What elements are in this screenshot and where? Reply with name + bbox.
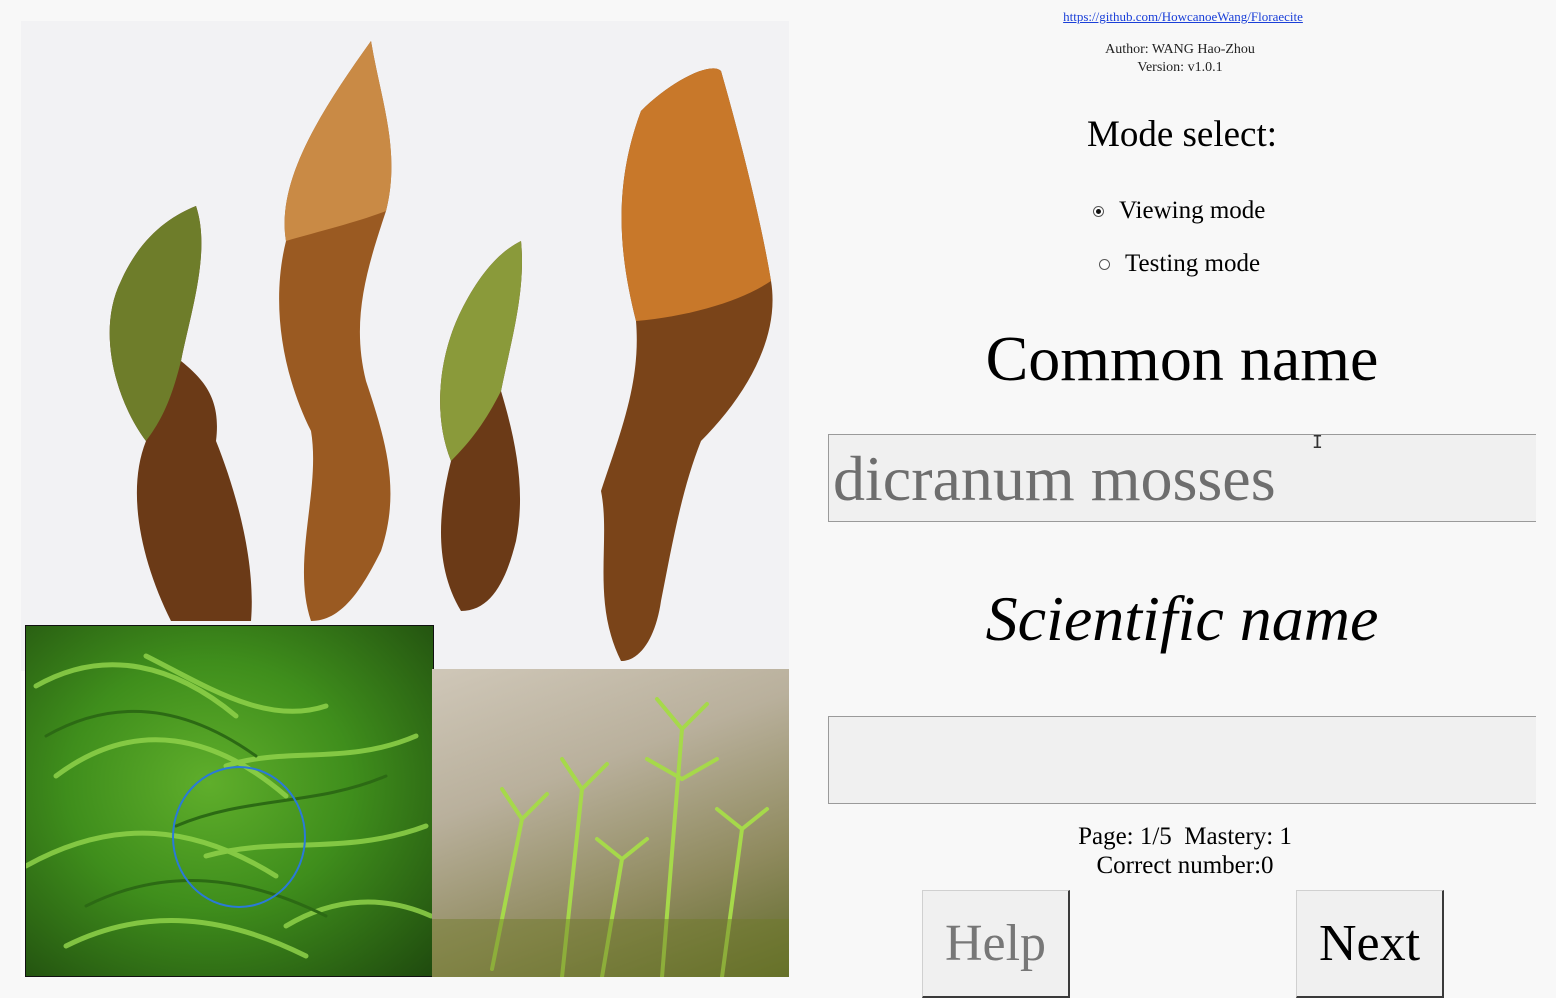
help-button[interactable]: Help <box>922 890 1070 998</box>
author-label: Author: WANG Hao-Zhou <box>1105 42 1255 57</box>
testing-mode-radio[interactable]: Testing mode <box>1099 250 1260 278</box>
specimen-image <box>21 21 789 977</box>
viewing-mode-label: Viewing mode <box>1119 197 1266 224</box>
next-button[interactable]: Next <box>1296 890 1444 998</box>
herbarium-scan-image <box>21 21 789 671</box>
moss-specimens-drawing <box>109 41 773 662</box>
common-name-heading: Common name <box>985 323 1379 394</box>
common-name-input[interactable]: dicranum mosses <box>828 434 1536 522</box>
correct-number-status: Correct number:0 <box>1096 852 1274 879</box>
scientific-name-heading: Scientific name <box>985 583 1379 654</box>
scientific-name-input[interactable] <box>828 716 1536 804</box>
page-mastery-status: Page: 1/5 Mastery: 1 <box>1078 823 1292 850</box>
radio-selected-icon[interactable] <box>1093 205 1104 217</box>
viewing-mode-radio[interactable]: Viewing mode <box>1093 197 1265 225</box>
testing-mode-label: Testing mode <box>1125 250 1261 277</box>
moss-closeup-photo <box>25 625 434 977</box>
moss-sprouts-photo <box>432 669 789 977</box>
repo-link[interactable]: https://github.com/HowcanoeWang/Floraeci… <box>1050 9 1316 25</box>
mode-select-title: Mode select: <box>1086 114 1278 155</box>
text-cursor-icon: I <box>1312 432 1323 453</box>
radio-unselected-icon[interactable] <box>1099 258 1110 270</box>
focus-circle <box>172 766 306 908</box>
moss-sprouts-drawing <box>432 697 789 977</box>
version-label: Version: v1.0.1 <box>1137 60 1223 75</box>
